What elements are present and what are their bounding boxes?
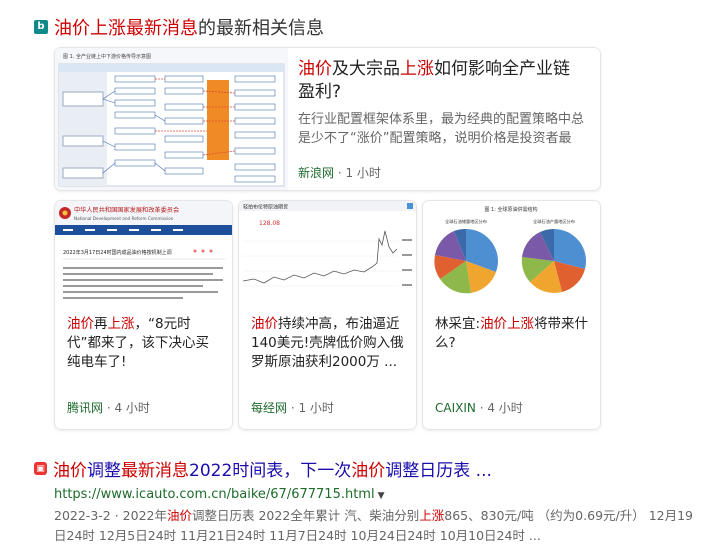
diagram-caption: 图 1. 全产业链上中下游价格传导示意图 — [63, 53, 151, 60]
news-card-1-title[interactable]: 油价再上涨，“8元时代”都来了，该下决心买纯电车了! — [67, 315, 222, 372]
news-card-2-thumbnail[interactable]: 轻拍布伦特原油期货 128.08 — [239, 201, 416, 303]
related-news-title[interactable]: 油价上涨最新消息的最新相关信息 — [54, 14, 324, 40]
pie1-label: 全球石油储量地区分布 — [445, 218, 487, 225]
news-card-3-source: CAIXIN · 4 小时 — [435, 401, 523, 415]
news-card-3-thumbnail[interactable]: 图 1: 全球原油供需结构 全球石油储量地区分布 全球石油产量地区分布 — [423, 201, 600, 303]
brent-thumb-price: 128.08 — [259, 220, 280, 227]
bing-logo-icon: b — [34, 20, 48, 34]
site-favicon-icon: ▣ — [34, 462, 47, 475]
news-card-2-source: 每经网 · 1 小时 — [251, 401, 334, 415]
url-dropdown-caret-icon[interactable]: ▼ — [378, 491, 385, 501]
featured-thumbnail[interactable]: 图 1. 全产业链上中下游价格传导示意图 — [55, 48, 288, 190]
related-news-header: b 油价上涨最新消息的最新相关信息 — [34, 14, 324, 40]
pie-chart-2 — [521, 228, 587, 293]
news-card-1[interactable]: 中华人民共和国国家发展和改革委员会 National Development a… — [55, 201, 232, 429]
industry-chain-diagram: 图 1. 全产业链上中下游价格传导示意图 — [55, 48, 288, 190]
news-card-1-source: 腾讯网 · 4 小时 — [67, 401, 150, 415]
news-card-2[interactable]: 轻拍布伦特原油期货 128.08 油价持续冲高，布油逼近140美元!壳牌低价购入… — [239, 201, 416, 429]
pie-thumb-caption: 图 1: 全球原油供需结构 — [484, 206, 537, 213]
ndrc-name-cn: 中华人民共和国国家发展和改革委员会 — [74, 206, 179, 214]
brent-thumb-label: 轻拍布伦特原油期货 — [243, 204, 288, 211]
featured-news-card[interactable]: 图 1. 全产业链上中下游价格传导示意图 油价及大宗品上涨如何影响全产业链盈利?… — [55, 48, 600, 190]
ndrc-headline: 2022年3月17日24时国内成品油价格按机制上调 — [63, 249, 172, 256]
oil-pie-charts-thumb: 图 1: 全球原油供需结构 全球石油储量地区分布 全球石油产量地区分布 — [423, 201, 600, 303]
featured-snippet: 在行业配置框架体系里，最为经典的配置策略中总是少不了“涨价”配置策略，说明价格是… — [298, 112, 585, 146]
result-snippet: 2022-3-2 · 2022年油价调整日历表 2022全年累计 汽、柴油分别上… — [54, 508, 694, 543]
news-card-3-title[interactable]: 林采宜:油价上涨将带来什么? — [435, 315, 590, 353]
ndrc-name-en: National Development and Reform Commissi… — [74, 216, 174, 221]
news-card-3[interactable]: 图 1: 全球原油供需结构 全球石油储量地区分布 全球石油产量地区分布 林采宜:… — [423, 201, 600, 429]
search-result: ▣ 油价调整最新消息2022时间表，下一次油价调整日历表 ... https:/… — [34, 456, 694, 546]
news-card-2-title[interactable]: 油价持续冲高，布油逼近140美元!壳牌低价购入俄罗斯原油获利2000万 ... — [251, 315, 406, 372]
pie2-label: 全球石油产量地区分布 — [533, 218, 575, 225]
featured-source: 新浪网 · 1 小时 — [298, 166, 381, 180]
ndrc-webpage-thumb: 中华人民共和国国家发展和改革委员会 National Development a… — [55, 201, 232, 303]
result-url[interactable]: https://www.icauto.com.cn/baike/67/67771… — [54, 487, 694, 502]
brent-price-chart-thumb: 轻拍布伦特原油期货 128.08 — [239, 201, 416, 303]
pie-chart-1 — [434, 228, 498, 294]
news-card-1-thumbnail[interactable]: 中华人民共和国国家发展和改革委员会 National Development a… — [55, 201, 232, 303]
featured-title[interactable]: 油价及大宗品上涨如何影响全产业链盈利? — [298, 58, 586, 104]
result-title-link[interactable]: 油价调整最新消息2022时间表，下一次油价调整日历表 ... — [53, 456, 492, 481]
